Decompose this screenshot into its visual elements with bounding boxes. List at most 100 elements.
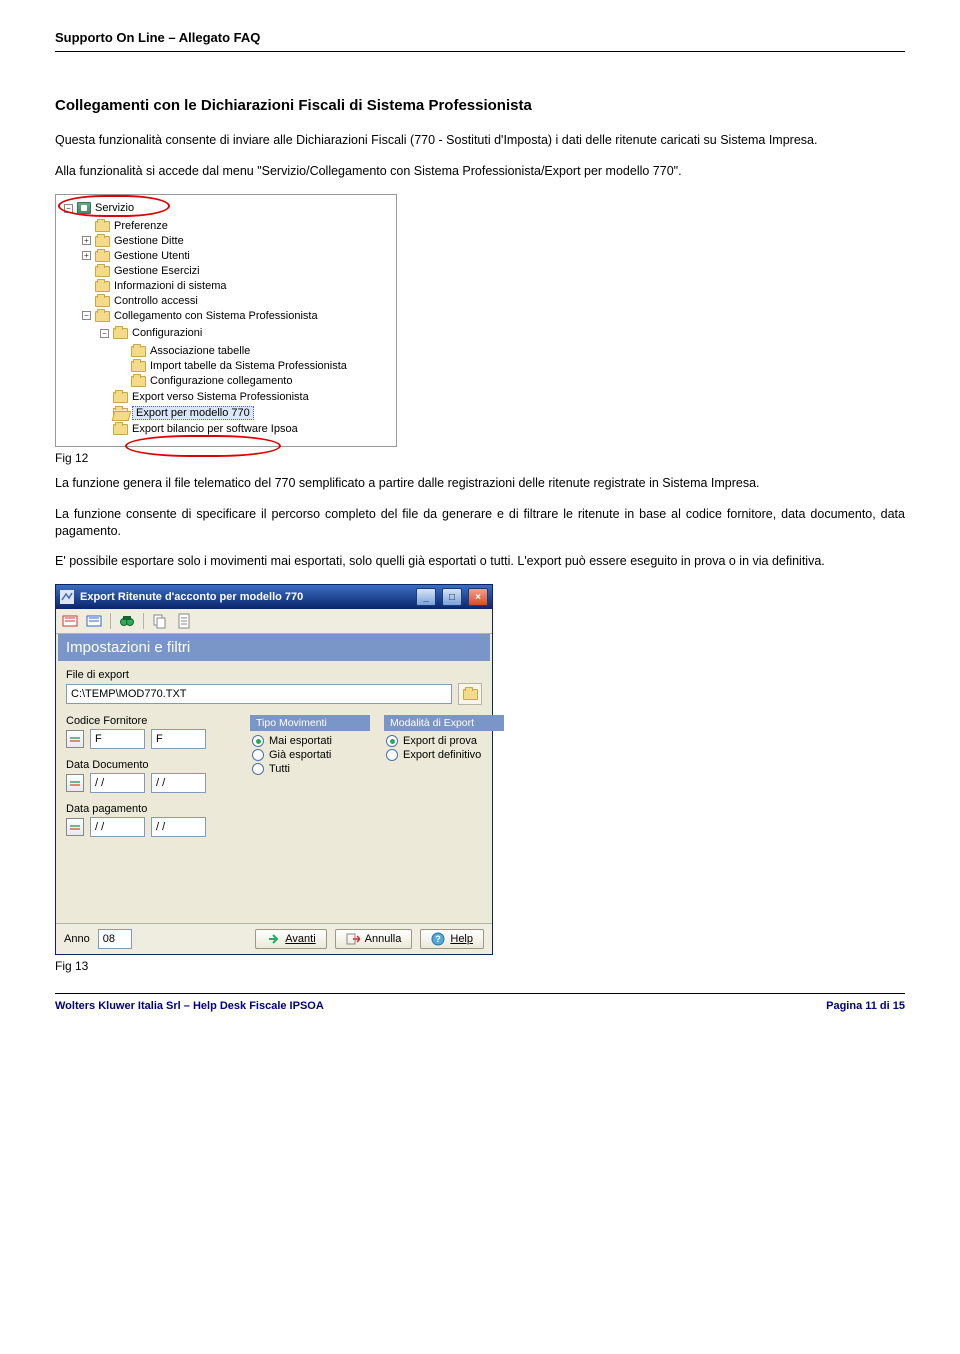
button-bar: Anno Avanti Annulla ? Help <box>56 923 492 954</box>
tree-item[interactable]: Gestione Esercizi <box>82 263 392 278</box>
minus-icon[interactable]: − <box>100 329 109 338</box>
paragraph-5: E' possibile esportare solo i movimenti … <box>55 553 905 570</box>
tree-item[interactable]: Export verso Sistema Professionista <box>100 390 392 405</box>
tipo-group: Tipo Movimenti Mai esportati Già esporta… <box>250 715 370 776</box>
titlebar[interactable]: Export Ritenute d'acconto per modello 77… <box>56 585 492 609</box>
folder-icon <box>113 392 128 403</box>
tree-item[interactable]: − Configurazioni Associazione tabelle Im… <box>100 326 392 390</box>
binoculars-icon[interactable] <box>119 613 135 629</box>
anno-label: Anno <box>64 933 90 945</box>
minus-icon[interactable]: − <box>64 204 73 213</box>
radio-gia-esportati[interactable]: Già esportati <box>250 748 370 762</box>
tree-item[interactable]: − Collegamento con Sistema Professionist… <box>82 308 392 438</box>
tree-item[interactable]: +Gestione Utenti <box>82 248 392 263</box>
toolbar-icon-2[interactable] <box>86 613 102 629</box>
mod-group: Modalità di Export Export di prova Expor… <box>384 715 504 762</box>
datapag-from[interactable] <box>90 817 145 837</box>
tree-screenshot: − Servizio Preferenze +Gestione Ditte +G… <box>55 194 397 447</box>
radio-mai-esportati[interactable]: Mai esportati <box>250 734 370 748</box>
tree-item[interactable]: Configurazione collegamento <box>118 373 392 388</box>
codforn-to[interactable] <box>151 729 206 749</box>
folder-icon <box>463 689 478 700</box>
range-icon[interactable] <box>66 818 84 836</box>
datadoc-from[interactable] <box>90 773 145 793</box>
panel: File di export Codice Fornitore Data Doc… <box>56 661 492 923</box>
folder-icon <box>95 221 110 232</box>
folder-icon <box>95 251 110 262</box>
folder-icon <box>95 236 110 247</box>
footer-right: Pagina 11 di 15 <box>826 1000 905 1012</box>
export-dialog: Export Ritenute d'acconto per modello 77… <box>55 584 493 955</box>
plus-icon[interactable]: + <box>82 236 91 245</box>
codforn-from[interactable] <box>90 729 145 749</box>
page-header: Supporto On Line – Allegato FAQ <box>55 30 905 45</box>
browse-button[interactable] <box>458 683 482 705</box>
anno-input[interactable] <box>98 929 132 949</box>
help-icon: ? <box>431 932 445 946</box>
tree-item-selected[interactable]: Export per modello 770 <box>100 405 392 422</box>
section-title: Collegamenti con le Dichiarazioni Fiscal… <box>55 97 905 114</box>
figure-label-12: Fig 12 <box>55 451 905 465</box>
mod-head: Modalità di Export <box>384 715 504 731</box>
close-button[interactable]: × <box>468 588 488 606</box>
tree-item[interactable]: Import tabelle da Sistema Professionista <box>118 358 392 373</box>
doc-icon[interactable] <box>176 613 192 629</box>
folder-icon <box>95 311 110 322</box>
paragraph-intro-1: Questa funzionalità consente di inviare … <box>55 132 905 149</box>
minus-icon[interactable]: − <box>82 311 91 320</box>
folder-icon <box>131 376 146 387</box>
toolbar-icon-1[interactable] <box>62 613 78 629</box>
folder-icon <box>95 281 110 292</box>
tree-item[interactable]: Export bilancio per software Ipsoa <box>100 422 392 437</box>
folder-icon <box>95 266 110 277</box>
annulla-button[interactable]: Annulla <box>335 929 413 949</box>
app-icon <box>60 590 74 604</box>
file-label: File di export <box>66 669 482 681</box>
tree-item[interactable]: Informazioni di sistema <box>82 278 392 293</box>
toolbar <box>56 609 492 634</box>
range-icon[interactable] <box>66 774 84 792</box>
tree-item[interactable]: Preferenze <box>82 218 392 233</box>
folder-icon <box>95 296 110 307</box>
copy-icon[interactable] <box>152 613 168 629</box>
tipo-head: Tipo Movimenti <box>250 715 370 731</box>
file-input[interactable] <box>66 684 452 704</box>
datadoc-to[interactable] <box>151 773 206 793</box>
radio-icon <box>386 749 398 761</box>
tree-item[interactable]: Controllo accessi <box>82 293 392 308</box>
paragraph-4: La funzione consente di specificare il p… <box>55 506 905 540</box>
range-icon[interactable] <box>66 730 84 748</box>
folder-icon <box>113 328 128 339</box>
radio-icon <box>252 735 264 747</box>
datadoc-label: Data Documento <box>66 759 236 771</box>
radio-icon <box>252 749 264 761</box>
figure-label-13: Fig 13 <box>55 959 905 973</box>
book-icon <box>77 202 91 214</box>
folder-icon <box>131 346 146 357</box>
tree-root-label: Servizio <box>95 202 134 214</box>
tree-root[interactable]: − Servizio Preferenze +Gestione Ditte +G… <box>64 201 392 440</box>
avanti-button[interactable]: Avanti <box>255 929 326 949</box>
paragraph-3: La funzione genera il file telematico de… <box>55 475 905 492</box>
page-footer: Wolters Kluwer Italia Srl – Help Desk Fi… <box>55 1000 905 1012</box>
datapag-label: Data pagamento <box>66 803 236 815</box>
svg-text:?: ? <box>436 934 442 944</box>
dialog-title: Export Ritenute d'acconto per modello 77… <box>80 591 410 603</box>
datapag-to[interactable] <box>151 817 206 837</box>
minimize-button[interactable]: _ <box>416 588 436 606</box>
maximize-button[interactable]: □ <box>442 588 462 606</box>
tree-item[interactable]: +Gestione Ditte <box>82 233 392 248</box>
folder-icon <box>131 361 146 372</box>
plus-icon[interactable]: + <box>82 251 91 260</box>
paragraph-intro-2: Alla funzionalità si accede dal menu "Se… <box>55 163 905 180</box>
arrow-right-icon <box>266 932 280 946</box>
help-button[interactable]: ? Help <box>420 929 484 949</box>
radio-export-definitivo[interactable]: Export definitivo <box>384 748 504 762</box>
radio-export-prova[interactable]: Export di prova <box>384 734 504 748</box>
tree-item[interactable]: Associazione tabelle <box>118 343 392 358</box>
codforn-label: Codice Fornitore <box>66 715 236 727</box>
footer-left: Wolters Kluwer Italia Srl – Help Desk Fi… <box>55 1000 324 1012</box>
radio-icon <box>252 763 264 775</box>
footer-rule <box>55 993 905 994</box>
radio-tutti[interactable]: Tutti <box>250 762 370 776</box>
